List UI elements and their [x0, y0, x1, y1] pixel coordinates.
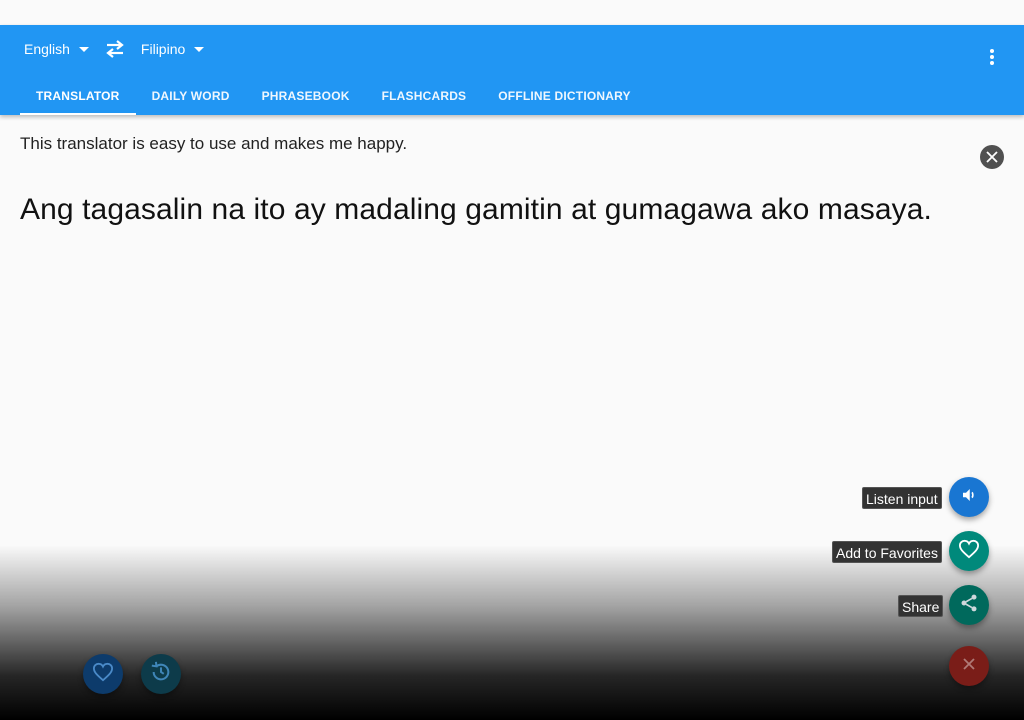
- tab-flashcards[interactable]: FLASHCARDS: [366, 77, 483, 115]
- share-icon: [959, 593, 979, 618]
- target-language-label: Filipino: [140, 41, 186, 57]
- target-language-dropdown[interactable]: Filipino: [140, 41, 205, 57]
- share-button[interactable]: [949, 585, 989, 625]
- listen-input-button[interactable]: [949, 477, 989, 517]
- favorites-list-button[interactable]: [83, 654, 123, 694]
- tab-phrasebook[interactable]: PHRASEBOOK: [246, 77, 366, 115]
- swap-arrows-icon[interactable]: [105, 39, 125, 59]
- source-language-dropdown[interactable]: English: [24, 41, 89, 57]
- scrim-overlay: [0, 545, 1024, 720]
- clear-icon[interactable]: [980, 145, 1004, 169]
- close-icon: [963, 657, 975, 675]
- source-language-label: English: [24, 41, 70, 57]
- dropdown-arrow-icon: [78, 46, 89, 52]
- tab-daily-word[interactable]: DAILY WORD: [136, 77, 246, 115]
- language-selector-row: English Filipino: [24, 37, 205, 61]
- listen-input-label: Listen input: [862, 487, 942, 509]
- translator-app: English Filipino TRANSLATOR DAILY WORD P…: [0, 0, 1024, 720]
- translation-output: Ang tagasalin na ito ay madaling gamitin…: [20, 193, 932, 226]
- speaker-icon: [960, 486, 978, 509]
- heart-icon: [92, 662, 114, 687]
- add-to-favorites-button[interactable]: [949, 531, 989, 571]
- status-strip: [0, 0, 1024, 25]
- share-label: Share: [898, 595, 944, 617]
- tab-bar: TRANSLATOR DAILY WORD PHRASEBOOK FLASHCA…: [20, 77, 647, 115]
- tab-translator[interactable]: TRANSLATOR: [20, 77, 136, 115]
- close-speed-dial-button[interactable]: [949, 646, 989, 686]
- tab-offline-dictionary[interactable]: OFFLINE DICTIONARY: [482, 77, 646, 115]
- app-bar: English Filipino TRANSLATOR DAILY WORD P…: [0, 25, 1024, 115]
- dropdown-arrow-icon: [194, 46, 205, 52]
- input-text[interactable]: This translator is easy to use and makes…: [20, 134, 407, 154]
- heart-icon: [958, 539, 980, 564]
- history-icon: [150, 661, 172, 688]
- add-to-favorites-label: Add to Favorites: [832, 541, 942, 563]
- history-button[interactable]: [141, 654, 181, 694]
- more-vert-icon[interactable]: [980, 45, 1004, 69]
